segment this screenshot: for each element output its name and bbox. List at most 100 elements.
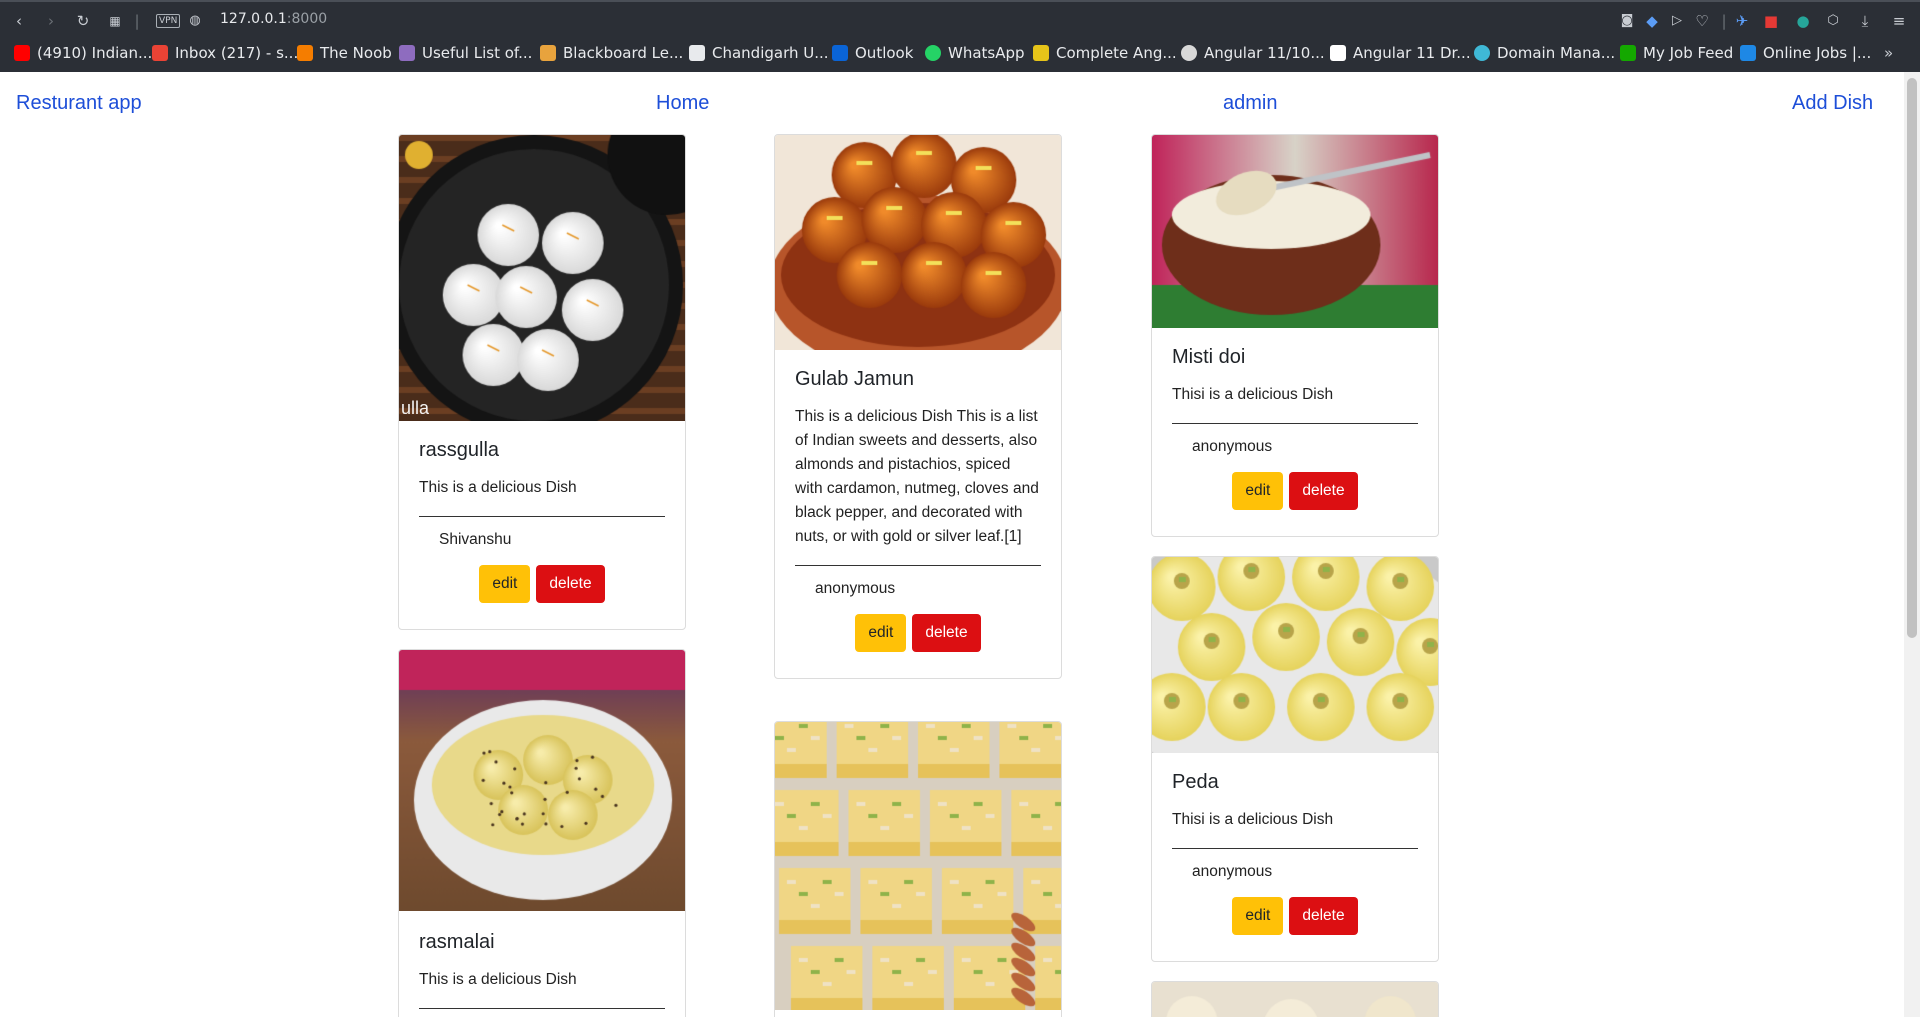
- dish-description: This is a delicious Dish: [419, 968, 665, 992]
- edit-button[interactable]: edit: [479, 565, 530, 603]
- bookmark-youtube[interactable]: (4910) Indian...: [14, 44, 152, 62]
- delete-button[interactable]: delete: [536, 565, 604, 603]
- bookmark-label: Angular 11/10...: [1204, 44, 1325, 62]
- forward-icon[interactable]: ›: [40, 10, 62, 32]
- dish-title: Misti doi: [1172, 346, 1418, 369]
- divider: [419, 516, 665, 517]
- bookmark-online-jobs[interactable]: Online Jobs |...: [1740, 44, 1871, 62]
- send-icon[interactable]: ▷: [1666, 10, 1688, 32]
- divider: [795, 565, 1041, 566]
- bookmark-domain-mana[interactable]: Domain Mana...: [1474, 44, 1615, 62]
- bookmark-label: (4910) Indian...: [37, 44, 152, 62]
- delete-button[interactable]: delete: [1289, 472, 1357, 510]
- camera-icon[interactable]: ◙: [1616, 10, 1638, 32]
- dish-image-rassgulla: ulla: [399, 135, 685, 421]
- cube-icon[interactable]: ⬡: [1822, 10, 1844, 32]
- chrome-top-border: [0, 0, 1920, 2]
- upwork-icon: [1620, 45, 1636, 61]
- dish-card-peda: Peda Thisi is a delicious Dish anonymous…: [1151, 556, 1439, 962]
- dish-image-rasmalai: [399, 650, 685, 911]
- divider: [1172, 423, 1418, 424]
- divider: [419, 1008, 665, 1009]
- delete-button[interactable]: delete: [1289, 897, 1357, 935]
- vpn-badge[interactable]: VPN: [156, 14, 180, 28]
- outlook-icon: [832, 45, 848, 61]
- bookmark-chandigarh[interactable]: Chandigarh U...: [689, 44, 829, 62]
- dish-title: rasmalai: [419, 931, 665, 954]
- bookmark-whatsapp[interactable]: WhatsApp: [925, 44, 1025, 62]
- image-caption: ulla: [401, 398, 429, 419]
- dish-title: rassgulla: [419, 439, 665, 462]
- dish-author: anonymous: [795, 580, 1041, 598]
- brand-link[interactable]: Resturant app: [16, 92, 142, 115]
- extension-red-icon[interactable]: ■: [1760, 10, 1782, 32]
- bookmark-complete-angular[interactable]: Complete Ang...: [1033, 44, 1177, 62]
- r-icon: [1330, 45, 1346, 61]
- dish-image-next: [1152, 982, 1438, 1017]
- document-icon: [689, 45, 705, 61]
- nav-admin-link[interactable]: admin: [1223, 92, 1277, 115]
- dish-author: anonymous: [1172, 438, 1418, 456]
- dish-description: This is a delicious Dish: [419, 476, 665, 500]
- page-scrollbar[interactable]: [1904, 72, 1920, 1017]
- tabs-grid-icon[interactable]: ▦: [104, 10, 126, 32]
- heart-icon[interactable]: ♡: [1691, 10, 1713, 32]
- blogger-icon: [297, 45, 313, 61]
- dish-description: This is a delicious Dish This is a list …: [795, 405, 1041, 549]
- edit-button[interactable]: edit: [855, 614, 906, 652]
- back-icon[interactable]: ‹: [8, 10, 30, 32]
- bookmark-inbox[interactable]: Inbox (217) - s...: [152, 44, 298, 62]
- bookmark-angular-11-10[interactable]: Angular 11/10...: [1181, 44, 1325, 62]
- dish-card-rassgulla: ulla rassgulla This is a delicious Dish …: [398, 134, 686, 630]
- edit-button[interactable]: edit: [1232, 897, 1283, 935]
- bookmark-label: Chandigarh U...: [712, 44, 829, 62]
- address-bar[interactable]: 127.0.0.1:8000: [220, 11, 327, 27]
- youtube-icon: [14, 45, 30, 61]
- bookmark-label: Outlook: [855, 44, 913, 62]
- course-icon: [1033, 45, 1049, 61]
- url-port: :8000: [287, 11, 327, 27]
- reload-icon[interactable]: ↻: [72, 10, 94, 32]
- dish-card-next: [1151, 981, 1439, 1017]
- dish-image-peda: [1152, 557, 1438, 753]
- menu-icon[interactable]: ≡: [1888, 10, 1910, 32]
- dish-author: anonymous: [1172, 863, 1418, 881]
- browser-chrome: ‹ › ↻ ▦ | VPN ◍ 127.0.0.1:8000 ◙ ◆ ▷ ♡ |…: [0, 0, 1920, 72]
- dish-description: Thisi is a delicious Dish: [1172, 808, 1418, 832]
- scrollbar-thumb[interactable]: [1907, 78, 1917, 638]
- dish-image-barfi: [775, 722, 1061, 1010]
- download-icon[interactable]: ⤓: [1854, 10, 1876, 32]
- medium-icon: [1181, 45, 1197, 61]
- nav-add-dish-link[interactable]: Add Dish: [1792, 92, 1873, 115]
- blackboard-icon: [540, 45, 556, 61]
- nav-home-link[interactable]: Home: [656, 92, 709, 115]
- delete-button[interactable]: delete: [912, 614, 980, 652]
- dish-author: Shivanshu: [419, 531, 665, 549]
- bookmark-label: Inbox (217) - s...: [175, 44, 298, 62]
- bookmark-label: Angular 11 Dr...: [1353, 44, 1471, 62]
- whatsapp-icon: [925, 45, 941, 61]
- dish-card-rasmalai: rasmalai This is a delicious Dish: [398, 649, 686, 1017]
- edit-button[interactable]: edit: [1232, 472, 1283, 510]
- dish-title: Gulab Jamun: [795, 368, 1041, 391]
- bookmark-label: Online Jobs |...: [1763, 44, 1871, 62]
- mail-icon: [152, 45, 168, 61]
- bookmark-label: Complete Ang...: [1056, 44, 1177, 62]
- jobs-icon: [1740, 45, 1756, 61]
- dish-card-gulab-jamun: Gulab Jamun This is a delicious Dish Thi…: [774, 134, 1062, 679]
- dish-title: Peda: [1172, 771, 1418, 794]
- browser-toolbar: ‹ › ↻ ▦ | VPN ◍ 127.0.0.1:8000 ◙ ◆ ▷ ♡ |…: [0, 6, 1920, 36]
- bookmarks-overflow-icon[interactable]: »: [1884, 44, 1893, 62]
- bookmark-label: The Noob: [320, 44, 392, 62]
- shield-icon[interactable]: ◆: [1641, 10, 1663, 32]
- extension-plane-icon[interactable]: ✈: [1731, 10, 1753, 32]
- bookmark-my-job-feed[interactable]: My Job Feed: [1620, 44, 1733, 62]
- bookmark-blackboard[interactable]: Blackboard Le...: [540, 44, 683, 62]
- bookmark-the-noob[interactable]: The Noob: [297, 44, 392, 62]
- extension-grammarly-icon[interactable]: ●: [1792, 10, 1814, 32]
- bookmark-useful-list[interactable]: Useful List of...: [399, 44, 532, 62]
- dish-image-gulab-jamun: [775, 135, 1061, 350]
- bookmark-angular-11-dr[interactable]: Angular 11 Dr...: [1330, 44, 1471, 62]
- bookmark-label: Domain Mana...: [1497, 44, 1615, 62]
- bookmark-outlook[interactable]: Outlook: [832, 44, 913, 62]
